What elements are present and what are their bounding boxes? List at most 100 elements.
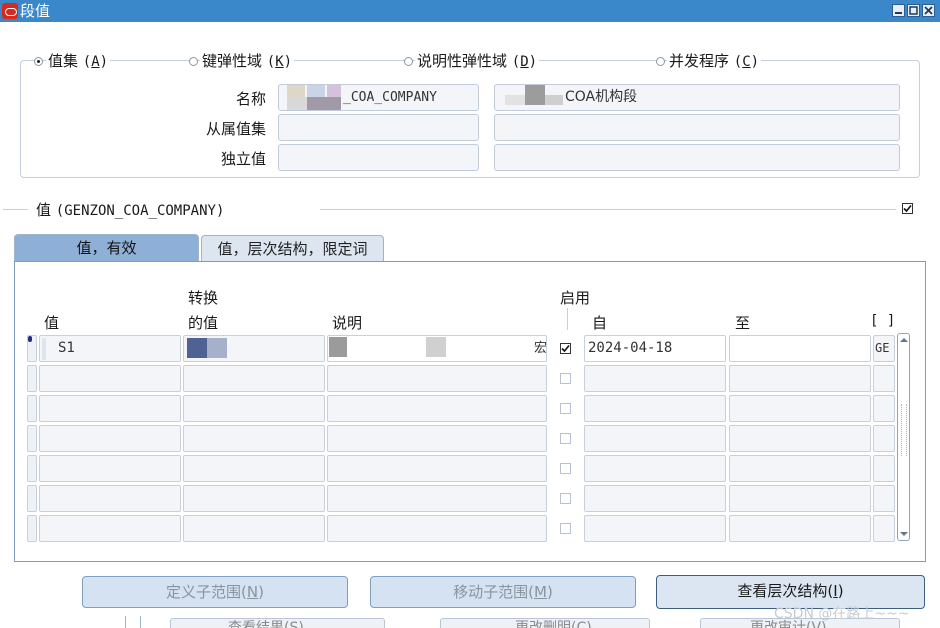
- translated-value-cell[interactable]: [183, 515, 325, 542]
- enabled-group-divider: [567, 308, 568, 330]
- extra-cell[interactable]: [873, 515, 895, 542]
- value-cell[interactable]: [39, 365, 181, 392]
- value-cell[interactable]: S1: [39, 335, 181, 362]
- values-section-title: 值 (GENZON_COA_COMPANY): [36, 201, 225, 219]
- description-cell[interactable]: 宏: [327, 335, 547, 362]
- radio-descriptive-flexfield-label[interactable]: 说明性弹性域 (D): [415, 52, 540, 71]
- description-cell[interactable]: [327, 455, 547, 482]
- radio-value-set-label[interactable]: 值集 (A): [46, 52, 111, 71]
- from-date-cell[interactable]: [584, 455, 726, 482]
- tab-values-hierarchy-qualifiers[interactable]: 值，层次结构，限定词: [201, 235, 384, 261]
- value-cell[interactable]: [39, 425, 181, 452]
- title-bar: 段值: [0, 0, 940, 22]
- radio-value-set[interactable]: [34, 57, 43, 66]
- enabled-checkbox[interactable]: [560, 373, 571, 384]
- radio-key-flexfield-label[interactable]: 键弹性域 (K): [200, 52, 295, 71]
- to-date-cell[interactable]: [729, 455, 871, 482]
- enabled-checkbox[interactable]: [560, 343, 571, 354]
- description-cell[interactable]: [327, 485, 547, 512]
- value-cell[interactable]: [39, 455, 181, 482]
- extra-cell[interactable]: [873, 425, 895, 452]
- section-divider-right: [320, 209, 896, 210]
- description-cell[interactable]: [327, 365, 547, 392]
- col-header-value: 值: [44, 314, 60, 332]
- from-date-cell[interactable]: [584, 365, 726, 392]
- translated-value-cell[interactable]: [183, 455, 325, 482]
- move-subrange-button[interactable]: 移动子范围(M): [370, 576, 636, 608]
- to-date-cell[interactable]: [729, 485, 871, 512]
- tab-values-effective[interactable]: 值，有效: [14, 234, 199, 262]
- section-divider-left: [3, 209, 28, 210]
- value-cell[interactable]: [39, 515, 181, 542]
- define-subrange-button[interactable]: 定义子范围(N): [82, 576, 348, 608]
- enabled-checkbox[interactable]: [560, 463, 571, 474]
- background-button-results: 查看结果(S): [228, 620, 304, 628]
- enabled-checkbox[interactable]: [560, 433, 571, 444]
- value-cell[interactable]: [39, 485, 181, 512]
- description-cell[interactable]: [327, 515, 547, 542]
- translated-value-cell[interactable]: [183, 365, 325, 392]
- row-marker[interactable]: [27, 455, 37, 482]
- enabled-checkbox[interactable]: [560, 523, 571, 534]
- description-cell[interactable]: [327, 425, 547, 452]
- extra-cell[interactable]: [873, 485, 895, 512]
- col-header-from: 自: [592, 314, 608, 332]
- extra-cell[interactable]: [873, 365, 895, 392]
- col-header-translated-2: 的值: [188, 314, 219, 332]
- close-icon[interactable]: [922, 4, 935, 17]
- description-cell[interactable]: [327, 395, 547, 422]
- to-date-cell[interactable]: [729, 365, 871, 392]
- row-marker[interactable]: [27, 395, 37, 422]
- watermark-text: CSDN @在路上~~~: [774, 606, 910, 622]
- section-checkbox[interactable]: [902, 203, 913, 214]
- value-cell[interactable]: [39, 395, 181, 422]
- extra-cell[interactable]: GE: [873, 335, 895, 362]
- dependent-description-field[interactable]: [494, 114, 900, 141]
- independent-value-label: 独立值: [220, 150, 266, 168]
- row-marker[interactable]: [27, 425, 37, 452]
- from-date-cell[interactable]: [584, 485, 726, 512]
- to-date-cell[interactable]: [729, 395, 871, 422]
- extra-cell[interactable]: [873, 395, 895, 422]
- scroll-up-icon[interactable]: [899, 336, 909, 344]
- maximize-icon[interactable]: [907, 4, 920, 17]
- dependent-value-set-field[interactable]: [278, 114, 479, 141]
- from-date-cell[interactable]: [584, 395, 726, 422]
- scroll-down-icon[interactable]: [899, 530, 909, 538]
- from-date-cell[interactable]: [584, 515, 726, 542]
- independent-description-field[interactable]: [494, 144, 900, 171]
- minimize-icon[interactable]: [892, 4, 905, 17]
- row-marker[interactable]: [27, 335, 37, 362]
- col-header-description: 说明: [332, 314, 363, 332]
- to-date-cell[interactable]: [729, 335, 871, 362]
- extra-cell-text: GE: [875, 341, 890, 355]
- to-date-cell[interactable]: [729, 425, 871, 452]
- radio-concurrent-program[interactable]: [656, 57, 665, 66]
- vertical-scrollbar[interactable]: [897, 333, 910, 541]
- col-header-to: 至: [735, 314, 751, 332]
- extra-cell[interactable]: [873, 455, 895, 482]
- translated-value-cell[interactable]: [183, 395, 325, 422]
- enabled-checkbox[interactable]: [560, 493, 571, 504]
- from-date-text: 2024-04-18: [588, 340, 673, 356]
- row-marker[interactable]: [27, 515, 37, 542]
- name-field[interactable]: _COA_COMPANY: [278, 84, 479, 111]
- dependent-value-set-label: 从属值集: [205, 120, 266, 138]
- radio-descriptive-flexfield[interactable]: [404, 57, 413, 66]
- translated-value-cell[interactable]: [183, 425, 325, 452]
- translated-value-cell[interactable]: [183, 485, 325, 512]
- row-marker[interactable]: [27, 485, 37, 512]
- row-marker[interactable]: [27, 365, 37, 392]
- scroll-thumb[interactable]: [901, 404, 907, 456]
- enabled-checkbox[interactable]: [560, 403, 571, 414]
- from-date-cell[interactable]: [584, 425, 726, 452]
- description-cell-text: 宏: [534, 341, 546, 356]
- independent-value-field[interactable]: [278, 144, 479, 171]
- radio-key-flexfield[interactable]: [189, 57, 198, 66]
- name-description-field[interactable]: COA机构段: [494, 84, 900, 111]
- background-button-change: 更改删明(C): [515, 620, 592, 628]
- radio-concurrent-program-label[interactable]: 并发程序 (C): [667, 52, 762, 71]
- to-date-cell[interactable]: [729, 515, 871, 542]
- from-date-cell[interactable]: 2024-04-18: [584, 335, 726, 362]
- translated-value-cell[interactable]: [183, 335, 325, 362]
